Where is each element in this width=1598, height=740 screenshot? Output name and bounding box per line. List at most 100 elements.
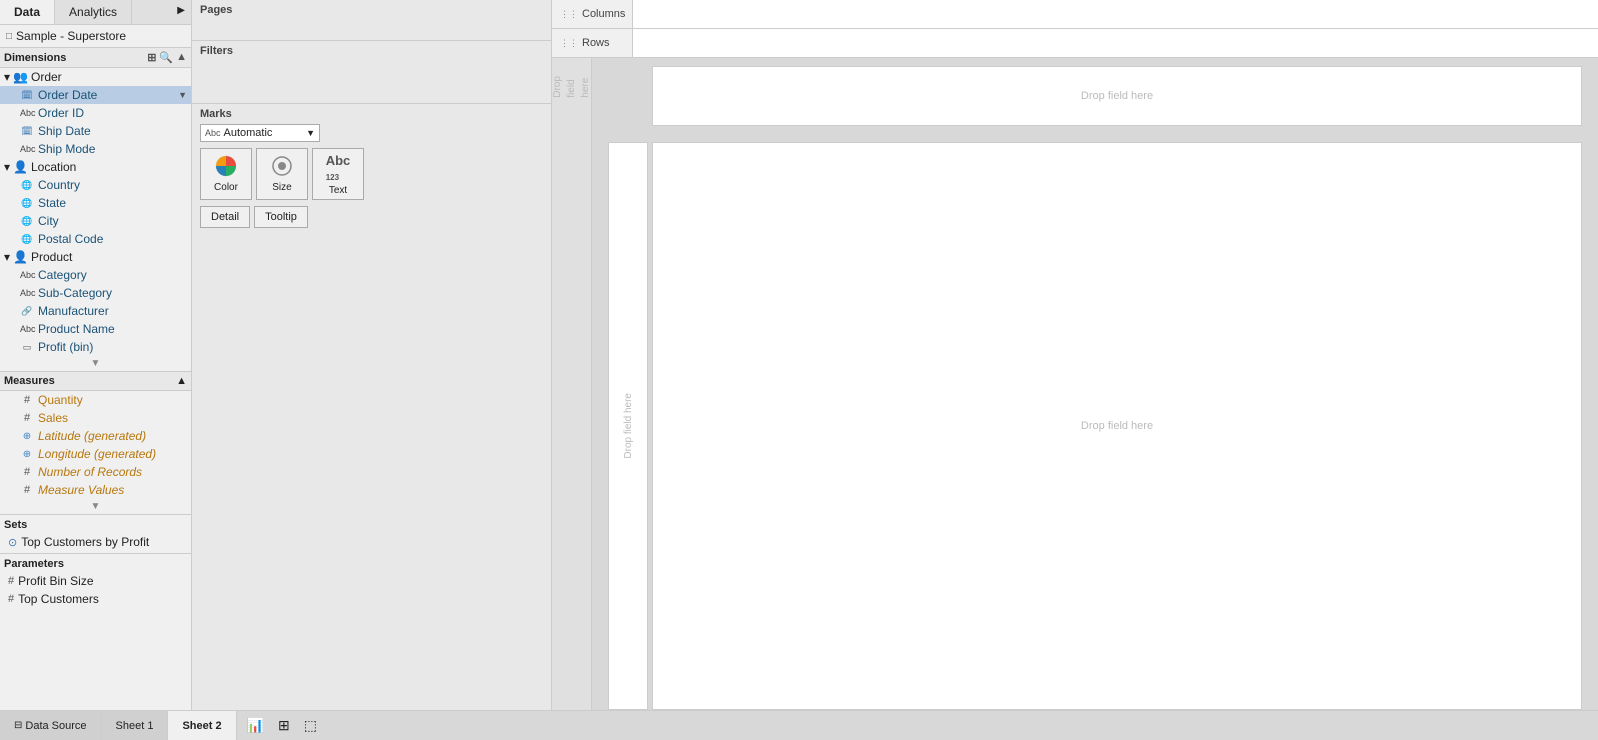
field-latitude[interactable]: ⊕ Latitude (generated) [0, 427, 191, 445]
field-ship-date[interactable]: 🗓 Ship Date [0, 122, 191, 140]
group-product-collapse-icon: ▾ [4, 250, 10, 264]
marks-tooltip-button[interactable]: Tooltip [254, 206, 308, 228]
viz-main: Drop field here Drop field here Drop fie… [592, 58, 1598, 710]
tab-sheet2[interactable]: Sheet 2 [168, 711, 236, 740]
viz-left-label-drop[interactable]: Drop field here [608, 142, 648, 710]
tab-data-source-label: Data Source [25, 720, 86, 732]
field-num-records-label: Number of Records [38, 465, 142, 479]
marks-detail-button[interactable]: Detail [200, 206, 250, 228]
field-num-records[interactable]: # Number of Records [0, 463, 191, 481]
group-order-header[interactable]: ▾ 👥 Order [0, 68, 191, 86]
viz-canvas: Dropfieldhere Drop field here [552, 58, 1598, 710]
new-dashboard-icon[interactable]: ⊞ [272, 717, 296, 734]
bin-icon-profit: ▭ [20, 342, 34, 353]
dimensions-collapse-icon[interactable]: ▲ [176, 51, 187, 64]
group-location-collapse-icon: ▾ [4, 160, 10, 174]
marks-type-label: Automatic [224, 127, 273, 139]
field-quantity[interactable]: # Quantity [0, 391, 191, 409]
dimensions-field-list: ▾ 👥 Order 🗓 Order Date ▼ Abc Order ID [0, 68, 191, 356]
field-profit-bin[interactable]: ▭ Profit (bin) [0, 338, 191, 356]
field-postal-code-label: Postal Code [38, 232, 103, 246]
marks-type-select[interactable]: Abc Automatic ▼ [200, 124, 320, 142]
field-order-date[interactable]: 🗓 Order Date ▼ [0, 86, 191, 104]
field-quantity-label: Quantity [38, 393, 83, 407]
hash-icon-sales: # [20, 412, 34, 424]
field-postal-code[interactable]: 🌐 Postal Code [0, 230, 191, 248]
group-location-label: Location [31, 160, 76, 174]
data-source-name[interactable]: Sample - Superstore [16, 29, 126, 43]
parameters-section: Parameters # Profit Bin Size # Top Custo… [0, 553, 191, 610]
field-measure-values-label: Measure Values [38, 483, 124, 497]
tab-data-source[interactable]: ⊟ Data Source [0, 711, 102, 740]
group-location-person-icon: 👤 [13, 160, 28, 174]
hash-icon-measure-values: # [20, 484, 34, 496]
field-category[interactable]: Abc Category [0, 266, 191, 284]
dimensions-grid-icon[interactable]: ⊞ [147, 51, 156, 64]
sets-item-top-customers[interactable]: ⊙ Top Customers by Profit [4, 533, 187, 551]
field-dropdown-icon[interactable]: ▼ [178, 90, 187, 100]
viz-center-row: Drop field here Drop field here [592, 142, 1598, 710]
marks-color-button[interactable]: Color [200, 148, 252, 200]
field-order-id[interactable]: Abc Order ID [0, 104, 191, 122]
field-longitude[interactable]: ⊕ Longitude (generated) [0, 445, 191, 463]
dim-scroll-down-icon[interactable]: ▼ [0, 356, 191, 371]
tab-analytics[interactable]: Analytics [55, 0, 132, 24]
group-order-label: Order [31, 70, 62, 84]
measures-scroll-down-icon[interactable]: ▼ [0, 499, 191, 514]
marks-size-label: Size [272, 182, 291, 193]
calendar-icon: 🗓 [20, 90, 34, 101]
canvas-area: ⋮⋮ Columns ⋮⋮ Rows Dropfieldhere [552, 0, 1598, 710]
field-product-name[interactable]: Abc Product Name [0, 320, 191, 338]
pages-content[interactable] [200, 18, 543, 36]
field-city[interactable]: 🌐 City [0, 212, 191, 230]
measures-label: Measures [4, 375, 55, 387]
columns-shelf-label: ⋮⋮ Columns [552, 4, 632, 24]
hash-icon-quantity: # [20, 394, 34, 406]
group-product-person-icon: 👤 [13, 250, 28, 264]
param-profit-bin-size[interactable]: # Profit Bin Size [4, 572, 187, 590]
columns-shelf-content[interactable] [632, 0, 1598, 28]
marks-buttons-row2: Detail Tooltip [200, 206, 543, 228]
viz-top-drop-text: Drop field here [1081, 90, 1153, 102]
field-country[interactable]: 🌐 Country [0, 176, 191, 194]
param-top-customers[interactable]: # Top Customers [4, 590, 187, 608]
field-state[interactable]: 🌐 State [0, 194, 191, 212]
filters-content[interactable] [200, 59, 543, 99]
panel-arrow-icon[interactable]: ▶ [171, 0, 191, 24]
field-sub-category[interactable]: Abc Sub-Category [0, 284, 191, 302]
marks-text-button[interactable]: Abc123 Text [312, 148, 364, 200]
field-ship-mode[interactable]: Abc Ship Mode [0, 140, 191, 158]
rows-shelf-label: ⋮⋮ Rows [552, 33, 632, 53]
field-measure-values[interactable]: # Measure Values [0, 481, 191, 499]
viz-center-drop-text: Drop field here [1081, 420, 1153, 432]
new-story-icon[interactable]: ⬚ [298, 717, 323, 734]
tab-data[interactable]: Data [0, 0, 55, 24]
marks-color-label: Color [214, 182, 238, 193]
sets-item-icon: ⊙ [8, 536, 17, 549]
marks-text-label: Text [329, 185, 347, 196]
group-product-header[interactable]: ▾ 👤 Product [0, 248, 191, 266]
measures-collapse-icon[interactable]: ▲ [176, 375, 187, 387]
filters-shelf: Filters [192, 41, 551, 104]
param-hash-icon-2: # [8, 593, 14, 605]
rows-shelf-content[interactable] [632, 29, 1598, 57]
field-manufacturer[interactable]: 🔗 Manufacturer [0, 302, 191, 320]
new-sheet-icon[interactable]: 📊 [241, 717, 270, 734]
tab-sheet1[interactable]: Sheet 1 [102, 711, 169, 740]
field-sales[interactable]: # Sales [0, 409, 191, 427]
field-state-label: State [38, 196, 66, 210]
viz-top-drop-zone[interactable]: Drop field here [652, 66, 1582, 126]
viz-left-drop[interactable]: Dropfieldhere [551, 76, 593, 98]
dimensions-search-icon[interactable]: 🔍 [159, 51, 173, 64]
marks-size-button[interactable]: Size [256, 148, 308, 200]
marks-detail-label: Detail [211, 211, 239, 223]
app-container: Data Analytics ▶ □ Sample - Superstore D… [0, 0, 1598, 740]
calendar-icon-ship: 🗓 [20, 126, 34, 137]
dimensions-label: Dimensions [4, 52, 66, 64]
tab-sheet2-label: Sheet 2 [182, 720, 221, 732]
viz-left-drop-text: Dropfieldhere [551, 76, 593, 98]
group-location-header[interactable]: ▾ 👤 Location [0, 158, 191, 176]
viz-center-drop-zone[interactable]: Drop field here [652, 142, 1582, 710]
marks-buttons-row1: Color Size Abc123 Text [200, 148, 543, 200]
link-icon-manufacturer: 🔗 [20, 306, 34, 317]
